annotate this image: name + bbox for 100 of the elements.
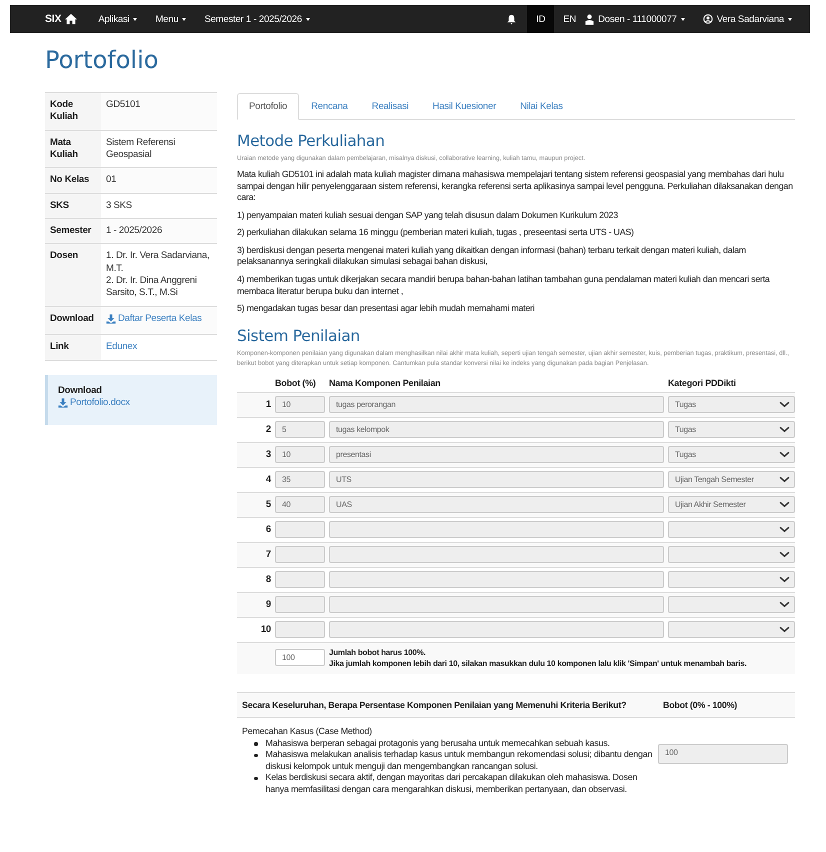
row-number: 2	[264, 424, 271, 436]
paragraph: 5) mengadakan tugas besar dan presentasi agar lebih mudah memahami materi	[237, 303, 536, 315]
chevron-down-icon	[779, 626, 790, 634]
info-label: Mata Kuliah	[50, 136, 78, 160]
weight-field[interactable]	[275, 546, 325, 564]
bullet-icon	[254, 754, 258, 758]
category-select[interactable]	[668, 596, 795, 614]
component-field[interactable]: presentasi	[329, 446, 664, 464]
component-field[interactable]: tugas perorangan	[329, 396, 664, 414]
category-select[interactable]: Ujian Tengah Semester	[668, 471, 795, 488]
edunex-link[interactable]: Edunex	[106, 341, 138, 354]
weight-field[interactable]	[275, 596, 325, 614]
chevron-down-icon	[779, 601, 790, 608]
nav-menu[interactable]: Aplikasi	[98, 14, 138, 24]
info-label: Kode Kuliah	[50, 99, 78, 122]
column-header: Kategori PDDikti	[668, 378, 737, 388]
weight-field[interactable]: 10	[275, 446, 325, 464]
language-tab[interactable]: ID	[527, 5, 554, 33]
download-link[interactable]: Portofolio.docx	[58, 396, 130, 410]
tab[interactable]: Nilai Kelas	[508, 93, 575, 120]
paragraph: 2) perkuliahan dilakukan selama 16 minggu (pemberian materi kuliah, tugas , preseentasi serta UTS - UAS)	[237, 227, 635, 239]
category-select[interactable]	[668, 521, 795, 538]
tab[interactable]: Hasil Kuesioner	[420, 93, 508, 120]
home-icon	[64, 13, 78, 25]
row-number: 8	[264, 574, 271, 586]
row-number: 9	[264, 599, 271, 610]
download-icon	[106, 314, 116, 324]
category-select[interactable]	[668, 571, 795, 588]
category-select[interactable]: Tugas	[668, 421, 795, 438]
info-value: 01	[106, 174, 118, 187]
weight-field[interactable]: 35	[275, 471, 325, 488]
row-number: 3	[264, 449, 271, 460]
category-select[interactable]: Tugas	[668, 446, 795, 464]
info-label: Link	[50, 341, 69, 352]
chevron-down-icon	[779, 476, 790, 484]
chevron-down-icon	[779, 576, 790, 584]
nav-menu[interactable]: Menu	[155, 14, 186, 24]
category-select[interactable]	[668, 546, 795, 564]
component-field[interactable]	[329, 521, 664, 538]
nav-menu[interactable]: Semester 1 - 2025/2026	[204, 14, 310, 24]
criteria-title: Pemecahan Kasus (Case Method)	[242, 726, 373, 738]
component-field[interactable]: UTS	[329, 471, 664, 488]
weight-field[interactable]: 10	[275, 396, 325, 414]
column-header: Bobot (%)	[275, 378, 317, 388]
page-title: Portofolio	[45, 46, 160, 74]
tab[interactable]: Realisasi	[360, 93, 421, 120]
chevron-down-icon	[779, 551, 790, 558]
criteria-bullet: Mahasiswa melakukan analisis terhadap kasus untuk membangun rekomendasi solusi; dibantu dengan diskusi kelompok untuk menguji dan mengembangkan rancangan solusi.	[266, 749, 654, 772]
info-label: Dosen	[50, 250, 78, 262]
panel-title: Download	[58, 384, 103, 397]
section-title: Metode Perkuliahan	[237, 132, 386, 150]
language-tab[interactable]: EN	[554, 5, 586, 33]
paragraph: 3) berdiskusi dengan peserta mengenai materi kuliah yang dikaitkan dengan informasi (bahan) terbaru terkait dengan materi kuliah, dalam pelaksanannya seringkali dilakukan simulasi sebagai bahan diskusi,	[237, 244, 747, 268]
weight-field[interactable]	[275, 621, 325, 638]
user-menu[interactable]: Vera Sadarviana	[702, 14, 792, 24]
weight-field[interactable]	[275, 521, 325, 538]
info-value: 1. Dr. Ir. Vera Sadarviana, M.T. 2. Dr. Ir. Dina Anggreni Sarsito, S.T., M.Si	[106, 250, 210, 300]
component-field[interactable]: UAS	[329, 496, 664, 514]
weight-field[interactable]: 5	[275, 421, 325, 438]
info-label: Download	[50, 312, 94, 324]
category-select[interactable]: Tugas	[668, 396, 795, 414]
row-number: 1	[264, 399, 271, 410]
info-value: 1 - 2025/2026	[106, 225, 164, 238]
download-icon	[58, 398, 68, 408]
weight-field[interactable]: 100	[658, 744, 788, 764]
category-select[interactable]	[668, 621, 795, 638]
component-field[interactable]	[329, 571, 664, 588]
total-field[interactable]: 100	[275, 649, 325, 666]
weight-field[interactable]: 40	[275, 496, 325, 514]
tab[interactable]: Rencana	[299, 93, 360, 120]
paragraph: 1) penyampaian materi kuliah sesuai dengan SAP yang telah disusun dalam Dokumen Kurikulum 2023	[237, 210, 619, 222]
brand-link[interactable]: SIX	[45, 13, 78, 25]
row-number: 5	[264, 499, 271, 510]
role-menu[interactable]: Dosen - 111000077	[585, 14, 685, 24]
category-select[interactable]: Ujian Akhir Semester	[668, 496, 795, 514]
tab[interactable]: Portofolio	[237, 93, 300, 120]
chevron-down-icon	[779, 401, 790, 408]
row-number: 6	[264, 524, 271, 536]
component-field[interactable]: tugas kelompok	[329, 421, 664, 438]
chevron-down-icon	[779, 426, 790, 434]
paragraph: 4) memberikan tugas untuk dikerjakan secara mandiri berupa bahan-bahan latihan tambahan guna pendalaman materi kuliah dan mencari serta membaca literatur berupa buku dan internet ,	[237, 274, 771, 298]
criteria-bullet: Kelas berdiskusi secara aktif, dengan mayoritas dari percakapan dilakukan oleh mahasiswa. Dosen hanya memfasilitasi dengan cara mengarahkan diskusi, memberikan pertanyaan, dan observasi.	[266, 772, 638, 796]
criteria-bullet: Mahasiswa berperan sebagai protagonis yang berusaha untuk memecahkan sebuah kasus.	[266, 738, 610, 750]
row-number: 4	[264, 474, 271, 486]
user-icon	[585, 14, 594, 24]
info-label: Semester	[50, 225, 92, 236]
weight-field[interactable]	[275, 571, 325, 588]
bullet-icon	[254, 742, 258, 746]
bullet-icon	[254, 776, 258, 780]
component-field[interactable]	[329, 596, 664, 614]
row-number: 10	[260, 624, 271, 636]
column-header: Bobot (0% - 100%)	[663, 700, 738, 710]
component-field[interactable]	[329, 546, 664, 564]
info-label: SKS	[50, 200, 69, 211]
note-text: Jumlah bobot harus 100%. Jika jumlah komponen lebih dari 10, silakan masukkan dulu 10 komponen lalu klik 'Simpan' untuk menambah baris.	[329, 646, 748, 669]
component-field[interactable]	[329, 621, 664, 638]
notification-icon[interactable]	[506, 14, 518, 24]
user-circle-icon	[702, 14, 713, 24]
chevron-down-icon	[779, 501, 790, 508]
info-value: GD5101	[106, 99, 142, 112]
